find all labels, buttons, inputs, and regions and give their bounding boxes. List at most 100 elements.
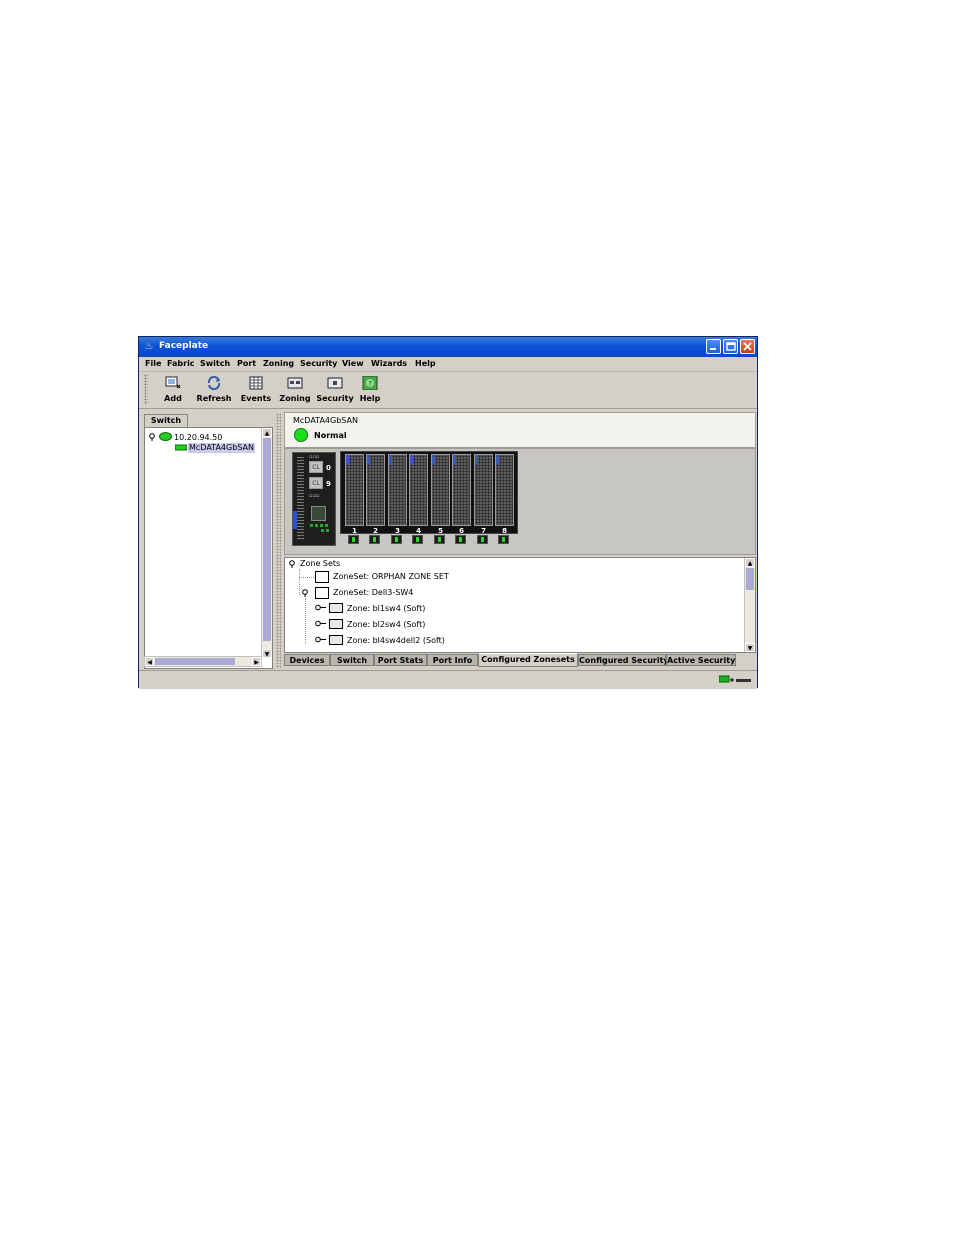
- zone-vertical-scrollbar[interactable]: ▲ ▼: [744, 558, 755, 652]
- tree-vertical-scrollbar[interactable]: ▲ ▼: [261, 428, 272, 658]
- module-leds-icon: [310, 524, 329, 532]
- scroll-thumb[interactable]: [746, 568, 754, 590]
- minimize-button[interactable]: [706, 339, 721, 354]
- status-bar: [139, 670, 757, 689]
- toolbar-grip[interactable]: [144, 374, 148, 405]
- faceplate-window: ♨ Faceplate File Fabric Switch Port Zoni…: [138, 336, 758, 689]
- port-5-status-icon[interactable]: [434, 535, 445, 544]
- scroll-thumb[interactable]: [263, 438, 271, 641]
- tab-port-info[interactable]: Port Info: [427, 654, 478, 666]
- port-number-4: 4: [416, 527, 421, 535]
- blade-slot-8[interactable]: [495, 454, 514, 526]
- port-6-status-icon[interactable]: [455, 535, 466, 544]
- zoneset-icon: [315, 587, 329, 599]
- help-button[interactable]: ? Help: [350, 374, 390, 406]
- cl-port-0[interactable]: CL: [309, 461, 323, 473]
- port-4-status-icon[interactable]: [412, 535, 423, 544]
- svg-text:?: ?: [368, 380, 372, 388]
- menu-file[interactable]: File: [145, 358, 161, 370]
- refresh-button[interactable]: Refresh: [194, 374, 234, 406]
- menu-bar: File Fabric Switch Port Zoning Security …: [139, 357, 757, 372]
- menu-switch[interactable]: Switch: [200, 358, 230, 370]
- zoneset-icon: [315, 571, 329, 583]
- zonesets-tree[interactable]: Zone Sets ZoneSet: ORPHAN ZONE SET ZoneS…: [284, 557, 756, 653]
- tab-configured-zonesets[interactable]: Configured Zonesets: [478, 653, 578, 667]
- scroll-up-icon[interactable]: ▲: [262, 428, 272, 437]
- tree-horizontal-scrollbar[interactable]: ◀ ▶: [144, 656, 262, 667]
- blade-slot-4[interactable]: [409, 454, 428, 526]
- tab-configured-security[interactable]: Configured Security: [578, 654, 669, 666]
- menu-zoning[interactable]: Zoning: [263, 358, 294, 370]
- ethernet-port[interactable]: [311, 506, 326, 521]
- blade-slot-5[interactable]: [431, 454, 450, 526]
- toolbar: Add Refresh Events Zoning Security ? Hel…: [139, 372, 757, 409]
- tab-switch-info[interactable]: Switch: [330, 654, 374, 666]
- blade-slot-7[interactable]: [474, 454, 493, 526]
- port-number-5: 5: [438, 527, 443, 535]
- blade-slot-3[interactable]: [388, 454, 407, 526]
- scroll-down-icon[interactable]: ▼: [262, 649, 272, 658]
- scroll-up-icon[interactable]: ▲: [745, 558, 755, 567]
- close-button[interactable]: [740, 339, 755, 354]
- port-number-7: 7: [481, 527, 486, 535]
- zoning-button[interactable]: Zoning: [275, 374, 315, 406]
- expanded-node-icon: [289, 560, 295, 568]
- zone-bl2sw4[interactable]: Zone: bl2sw4 (Soft): [347, 620, 425, 630]
- menu-port[interactable]: Port: [237, 358, 256, 370]
- hscroll-thumb[interactable]: [155, 658, 235, 665]
- zoneset-dell3-sw4[interactable]: ZoneSet: Dell3-SW4: [333, 588, 413, 598]
- security-button[interactable]: Security: [315, 374, 355, 406]
- zoneset-orphan[interactable]: ZoneSet: ORPHAN ZONE SET: [333, 572, 449, 582]
- tab-switch[interactable]: Switch: [144, 414, 188, 427]
- menu-wizards[interactable]: Wizards: [371, 358, 407, 370]
- module-latch: [293, 511, 297, 529]
- port-number-2: 2: [373, 527, 378, 535]
- module-rail: [297, 457, 304, 541]
- panel-splitter[interactable]: [276, 413, 281, 669]
- menu-security[interactable]: Security: [300, 358, 337, 370]
- switch-node[interactable]: McDATA4GbSAN: [188, 443, 255, 453]
- blade-slot-1[interactable]: [345, 454, 364, 526]
- refresh-icon: [207, 376, 221, 390]
- scroll-right-icon[interactable]: ▶: [252, 657, 261, 666]
- maximize-button[interactable]: [723, 339, 738, 354]
- zone-key-icon: [315, 636, 326, 643]
- menu-fabric[interactable]: Fabric: [167, 358, 195, 370]
- expanded-node-icon: [302, 589, 308, 597]
- port-1-status-icon[interactable]: [348, 535, 359, 544]
- scroll-down-icon[interactable]: ▼: [745, 643, 755, 652]
- switch-icon: [175, 444, 187, 451]
- tab-devices[interactable]: Devices: [284, 654, 330, 666]
- management-module[interactable]: ▫▫▫ CL 0 CL 9 ▫▫▫: [292, 452, 336, 546]
- zone-bl1sw4[interactable]: Zone: bl1sw4 (Soft): [347, 604, 425, 614]
- blade-slot-6[interactable]: [452, 454, 471, 526]
- expanded-node-icon: [149, 433, 155, 441]
- port-8-status-icon[interactable]: [498, 535, 509, 544]
- zone-bl4sw4dell2[interactable]: Zone: bl4sw4dell2 (Soft): [347, 636, 445, 646]
- tab-port-stats[interactable]: Port Stats: [374, 654, 427, 666]
- blade-slot-2[interactable]: [366, 454, 385, 526]
- zone-sets-root[interactable]: Zone Sets: [300, 559, 340, 569]
- zone-icon: [329, 635, 343, 645]
- title-bar[interactable]: ♨ Faceplate: [139, 337, 757, 357]
- zoning-icon: [287, 377, 303, 389]
- tab-active-security[interactable]: Active Security: [666, 654, 736, 666]
- minimize-icon: [710, 348, 716, 350]
- faceplate-header: McDATA4GbSAN Normal: [284, 412, 756, 448]
- menu-view[interactable]: View: [342, 358, 364, 370]
- zone-key-icon: [315, 604, 326, 611]
- cl-port-9[interactable]: CL: [309, 477, 323, 489]
- fabric-tree[interactable]: 10.20.94.50 McDATA4GbSAN ▲ ▼: [144, 427, 273, 669]
- zone-icon: [329, 603, 343, 613]
- port-7-status-icon[interactable]: [477, 535, 488, 544]
- events-icon: [249, 376, 263, 390]
- scroll-left-icon[interactable]: ◀: [145, 657, 154, 666]
- fabric-node[interactable]: 10.20.94.50: [174, 433, 222, 443]
- menu-help[interactable]: Help: [415, 358, 436, 370]
- port-3-status-icon[interactable]: [391, 535, 402, 544]
- window-title: Faceplate: [159, 341, 209, 351]
- port-2-status-icon[interactable]: [369, 535, 380, 544]
- add-button[interactable]: Add: [153, 374, 193, 406]
- events-button[interactable]: Events: [236, 374, 276, 406]
- port-number-3: 3: [395, 527, 400, 535]
